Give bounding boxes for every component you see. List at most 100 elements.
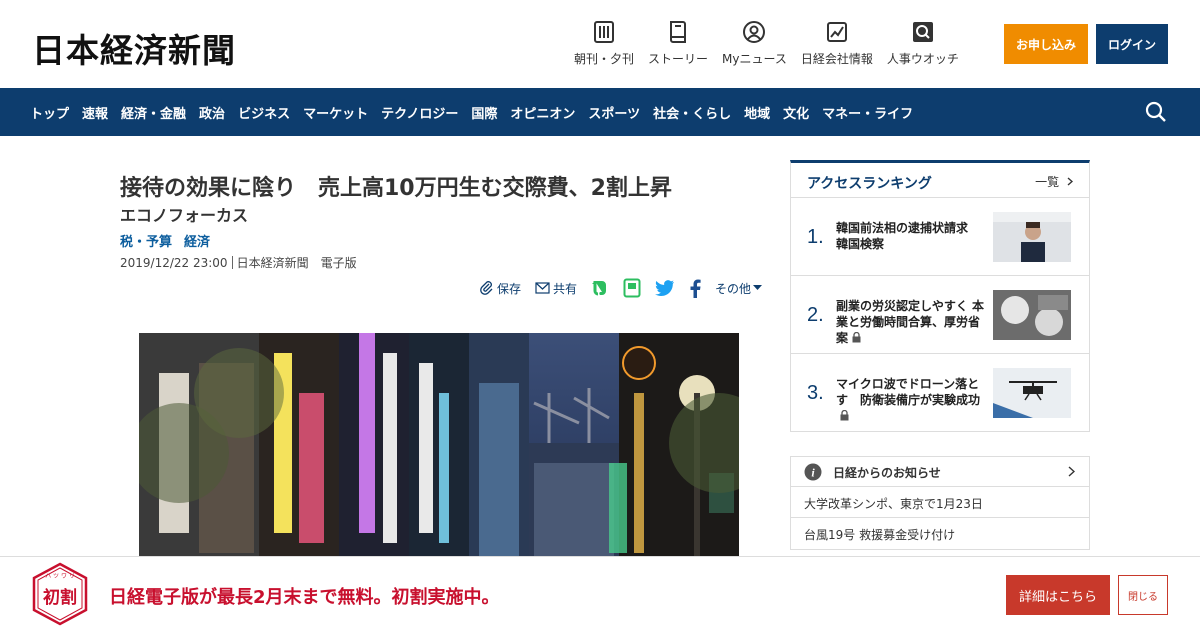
rank-headline: 副業の労災認定しやすく 本業と労働時間合算、厚労省案 [836, 298, 986, 346]
badge-label: 初割 [43, 587, 77, 608]
share-label: 共有 [553, 281, 578, 296]
meta-divider [231, 256, 233, 269]
rank-number: 1. [807, 226, 824, 248]
site-logo[interactable]: 日本経済新聞 [32, 24, 236, 70]
paperclip-icon [480, 281, 493, 295]
access-ranking: アクセスランキング 一覧 1. 韓国前法相の逮捕状請求 韓国検察 2. 副業の労… [790, 160, 1090, 432]
share-button[interactable]: 共有 [535, 280, 577, 297]
rank-thumbnail [993, 290, 1071, 340]
info-icon: i [804, 463, 822, 481]
book-icon [670, 21, 687, 43]
save-button[interactable]: 保存 [480, 280, 521, 297]
nav-item-politics[interactable]: 政治 [199, 103, 225, 122]
notices-title: 日経からのお知らせ [833, 466, 941, 480]
facebook-icon[interactable] [689, 278, 701, 298]
ranking-all-link[interactable]: 一覧 [1035, 173, 1074, 190]
chart-icon [826, 22, 847, 42]
login-button[interactable]: ログイン [1096, 24, 1168, 64]
ranking-item[interactable]: 3. マイクロ波でドローン落とす 防衛装備庁が実験成功 [791, 354, 1089, 432]
ranking-item[interactable]: 1. 韓国前法相の逮捕状請求 韓国検察 [791, 198, 1089, 276]
mail-icon [535, 282, 550, 294]
header-nav-morning-evening[interactable]: 朝刊・夕刊 [574, 20, 634, 67]
twitter-icon[interactable] [655, 279, 675, 297]
category-list: トップ 速報 経済・金融 政治 ビジネス マーケット テクノロジー 国際 オピニ… [30, 88, 926, 136]
ranking-title: アクセスランキング [807, 176, 932, 192]
header-nav: 朝刊・夕刊 ストーリー Myニュース 日経会社情報 人事ウオッチ [574, 20, 973, 67]
header-nav-label: 日経会社情報 [800, 52, 873, 66]
lock-icon [840, 410, 849, 421]
badge-ruby: ハ ツ ワ リ [45, 573, 75, 580]
header-nav-label: ストーリー [648, 52, 709, 66]
ranking-all-label: 一覧 [1035, 175, 1060, 189]
nikkei-notices: i 日経からのお知らせ 大学改革シンポ、東京で1月23日 台風19号 救援募金受… [790, 456, 1090, 550]
article-source: 日本経済新聞 電子版 [236, 256, 357, 270]
nav-item-top[interactable]: トップ [30, 103, 69, 122]
user-icon [743, 21, 766, 43]
rank-thumbnail [993, 212, 1071, 262]
close-button[interactable]: 閉じる [1118, 575, 1168, 615]
work-hours-thumbnail [993, 290, 1071, 340]
drone-thumbnail [993, 368, 1071, 418]
header-nav-label: Myニュース [722, 52, 787, 66]
category-navbar: トップ 速報 経済・金融 政治 ビジネス マーケット テクノロジー 国際 オピニ… [0, 88, 1200, 136]
notices-header[interactable]: i 日経からのお知らせ [791, 457, 1089, 487]
bookmark-note-icon[interactable] [623, 278, 641, 298]
nav-item-business[interactable]: ビジネス [238, 103, 290, 122]
rank-number: 2. [807, 304, 824, 326]
search-icon[interactable] [1144, 100, 1168, 124]
hatsuwari-badge-icon: ハ ツ ワ リ 初割 [32, 562, 88, 626]
portrait-thumbnail [993, 212, 1071, 262]
header-nav-label: 人事ウオッチ [886, 52, 959, 66]
header-nav-label: 朝刊・夕刊 [574, 52, 635, 66]
apply-button[interactable]: お申し込み [1004, 24, 1088, 64]
lock-icon [852, 332, 861, 343]
nav-item-market[interactable]: マーケット [303, 103, 368, 122]
rank-headline-text: マイクロ波でドローン落とす 防衛装備庁が実験成功 [836, 377, 981, 407]
nav-item-breaking[interactable]: 速報 [82, 103, 108, 122]
promo-text: 日経電子版が最長2月末まで無料。初割実施中。 [109, 587, 500, 608]
header-nav-story[interactable]: ストーリー [648, 20, 708, 67]
rank-thumbnail [993, 368, 1071, 418]
article-date: 2019/12/22 23:00 [120, 256, 228, 270]
share-bar: 保存 共有 その他 [480, 278, 779, 298]
article-meta: 2019/12/22 23:00 日本経済新聞 電子版 [120, 254, 357, 271]
caret-down-icon [753, 285, 763, 290]
search-person-icon [912, 22, 933, 42]
header-nav-my-news[interactable]: Myニュース [722, 20, 787, 67]
chevron-right-icon [1068, 466, 1075, 477]
tag-link[interactable]: 税・予算 [120, 231, 172, 250]
article-photo [139, 333, 739, 556]
rank-headline: マイクロ波でドローン落とす 防衛装備庁が実験成功 [836, 376, 986, 424]
promo-banner: ハ ツ ワ リ 初割 日経電子版が最長2月末まで無料。初割実施中。 詳細はこちら… [0, 556, 1200, 630]
article-headline: 接待の効果に陰り 売上高10万円生む交際費、2割上昇 [120, 176, 672, 201]
more-label: その他 [715, 281, 752, 296]
nav-item-sports[interactable]: スポーツ [588, 103, 640, 122]
evernote-icon[interactable] [591, 278, 609, 298]
nav-item-society[interactable]: 社会・くらし [653, 103, 731, 122]
rank-headline: 韓国前法相の逮捕状請求 韓国検察 [836, 221, 981, 251]
ranking-item[interactable]: 2. 副業の労災認定しやすく 本業と労働時間合算、厚労省案 [791, 276, 1089, 354]
tag-link[interactable]: 経済 [184, 231, 210, 250]
nav-item-region[interactable]: 地域 [744, 103, 770, 122]
more-share-dropdown[interactable]: その他 [715, 280, 765, 297]
nav-item-opinion[interactable]: オピニオン [510, 103, 575, 122]
ranking-header: アクセスランキング 一覧 [791, 163, 1089, 198]
notice-item[interactable]: 台風19号 救援募金受け付け [791, 518, 1089, 549]
notice-item[interactable]: 大学改革シンポ、東京で1月23日 [791, 487, 1089, 518]
nav-item-economy-finance[interactable]: 経済・金融 [121, 103, 186, 122]
save-label: 保存 [497, 281, 522, 296]
rank-number: 3. [807, 382, 824, 404]
newspaper-icon [594, 21, 614, 43]
header-nav-company-info[interactable]: 日経会社情報 [801, 20, 873, 67]
site-header: 日本経済新聞 朝刊・夕刊 ストーリー Myニュース 日経会社情報 人事ウオッチ … [0, 0, 1200, 88]
article-subhead: エコノフォーカス [120, 206, 249, 225]
details-button[interactable]: 詳細はこちら [1006, 575, 1110, 615]
article-tags: 税・予算 経済 [120, 231, 222, 250]
nav-item-culture[interactable]: 文化 [783, 103, 809, 122]
header-nav-personnel-watch[interactable]: 人事ウオッチ [887, 20, 959, 67]
nav-item-technology[interactable]: テクノロジー [381, 103, 458, 122]
chevron-right-icon [1067, 177, 1074, 186]
nav-item-international[interactable]: 国際 [471, 103, 497, 122]
nav-item-money-life[interactable]: マネー・ライフ [822, 103, 913, 122]
city-night-illustration [139, 333, 739, 556]
